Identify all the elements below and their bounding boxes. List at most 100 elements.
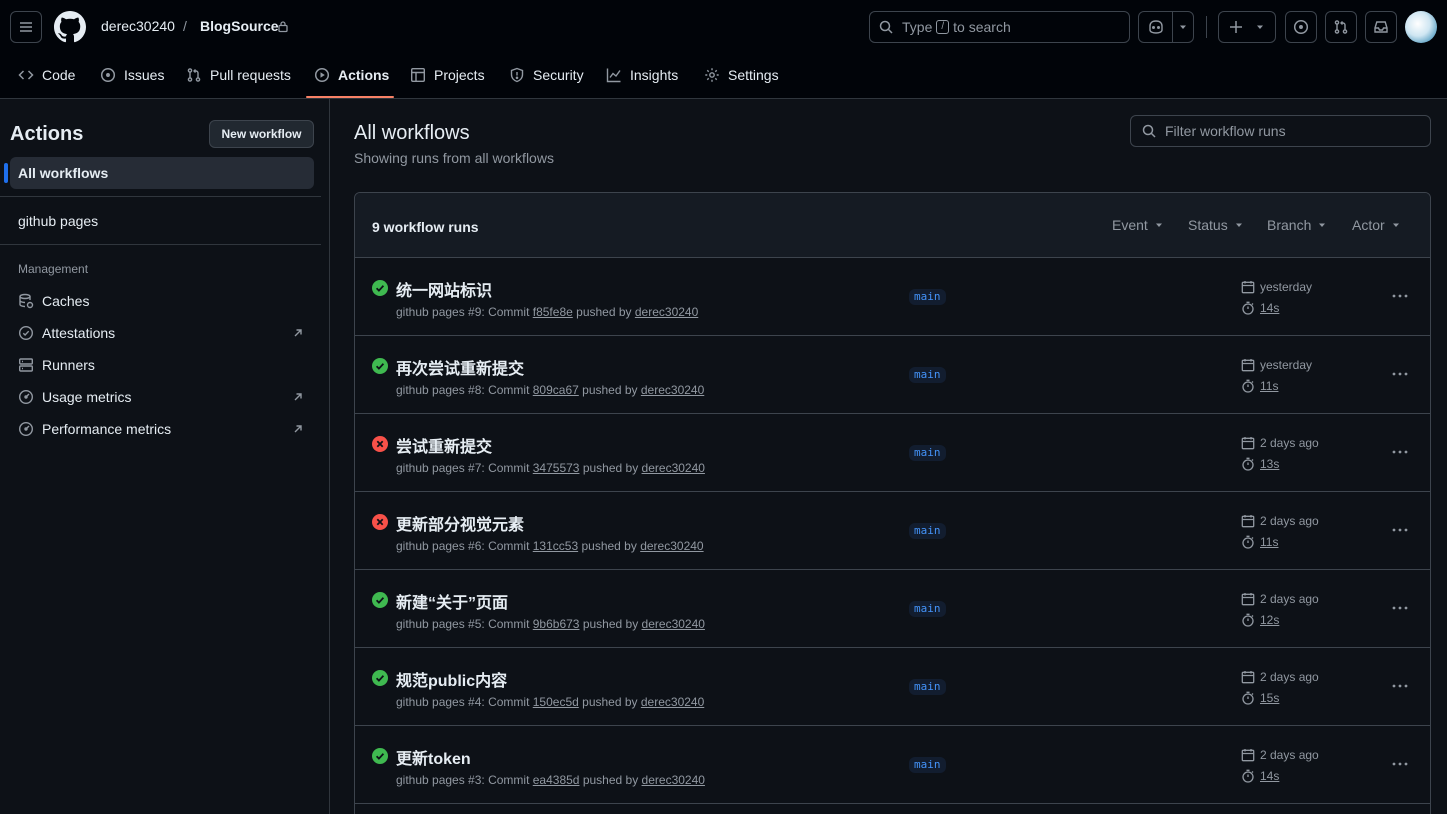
stopwatch-icon	[1242, 769, 1254, 783]
workflow-run-row[interactable]: 规范public内容 github pages #4: Commit 150ec5…	[355, 648, 1430, 726]
run-title-link[interactable]: 尝试重新提交	[396, 433, 492, 457]
sidebar-item-performance-metrics[interactable]: Performance metrics	[18, 417, 308, 441]
run-title-link[interactable]: 新建“关于”页面	[396, 589, 508, 613]
search-input[interactable]: Type / to search	[869, 11, 1130, 43]
workflow-run-row[interactable]: 尝试重新提交 github pages #7: Commit 3475573 pu…	[355, 414, 1430, 492]
run-options-button[interactable]	[1391, 522, 1409, 538]
tab-code-label: Code	[42, 67, 76, 83]
branch-label[interactable]: main	[909, 601, 946, 617]
run-title-link[interactable]: 规范public内容	[396, 667, 507, 691]
user-link[interactable]: derec30240	[642, 617, 705, 631]
run-status	[372, 436, 388, 452]
tab-insights[interactable]: Insights	[598, 58, 686, 92]
commit-link[interactable]: f85fe8e	[533, 305, 573, 319]
tab-pull-requests[interactable]: Pull requests	[178, 58, 299, 92]
user-link[interactable]: derec30240	[642, 461, 705, 475]
run-options-button[interactable]	[1391, 444, 1409, 460]
workflow-run-row[interactable]: 更新部分视觉元素 github pages #6: Commit 131cc53 …	[355, 492, 1430, 570]
workflow-run-row[interactable]: 新建“关于”页面 github pages #5: Commit 9b6b673 …	[355, 570, 1430, 648]
workflow-run-row[interactable]: 更新token github pages #3: Commit ea4385d p…	[355, 726, 1430, 804]
commit-link[interactable]: 3475573	[533, 461, 580, 475]
commit-link[interactable]: 809ca67	[533, 383, 579, 397]
avatar[interactable]	[1405, 11, 1437, 43]
sidebar-item-github-pages[interactable]: github pages	[10, 205, 314, 237]
commit-link[interactable]: ea4385d	[533, 773, 580, 787]
check-circle-fill-icon	[372, 358, 388, 374]
run-meta-prefix: github pages #6: Commit	[396, 539, 530, 553]
user-link[interactable]: derec30240	[642, 773, 705, 787]
branch-label[interactable]: main	[909, 289, 946, 305]
tab-pull-requests-label: Pull requests	[210, 67, 291, 83]
run-options-button[interactable]	[1391, 678, 1409, 694]
commit-link[interactable]: 150ec5d	[533, 695, 579, 709]
run-title-link[interactable]: 再次尝试重新提交	[396, 355, 524, 379]
issues-button[interactable]	[1285, 11, 1317, 43]
create-new-button[interactable]	[1218, 11, 1276, 43]
pull-requests-button[interactable]	[1325, 11, 1357, 43]
tab-settings-label: Settings	[728, 67, 779, 83]
commit-link[interactable]: 9b6b673	[533, 617, 580, 631]
run-options-button[interactable]	[1391, 756, 1409, 772]
run-options-button[interactable]	[1391, 366, 1409, 382]
branch-label[interactable]: main	[909, 445, 946, 461]
github-logo-icon[interactable]	[54, 11, 86, 43]
run-duration-text: 11s	[1260, 379, 1279, 393]
workflow-run-row[interactable]: 统一网站标识 github pages #9: Commit f85fe8e pu…	[355, 258, 1430, 336]
tab-security[interactable]: Security	[501, 58, 592, 92]
branch-label[interactable]: main	[909, 367, 946, 383]
commit-link[interactable]: 131cc53	[533, 539, 578, 553]
run-title-link[interactable]: 更新token	[396, 745, 471, 769]
run-title-link[interactable]: 更新部分视觉元素	[396, 511, 524, 535]
run-options-button[interactable]	[1391, 600, 1409, 616]
sidebar-item-label: Runners	[42, 357, 95, 373]
branch-label[interactable]: main	[909, 523, 946, 539]
filter-status-dropdown[interactable]: Status	[1188, 217, 1244, 233]
run-date: yesterday	[1241, 358, 1312, 372]
run-status	[372, 358, 388, 374]
calendar-icon	[1241, 281, 1255, 294]
run-title-link[interactable]: 统一网站标识	[396, 277, 492, 301]
sidebar-item-caches[interactable]: Caches	[18, 289, 308, 313]
branch-label[interactable]: main	[909, 757, 946, 773]
check-circle-fill-icon	[372, 748, 388, 764]
run-meta-pushed: pushed by	[582, 617, 639, 631]
breadcrumb-repo[interactable]: BlogSource	[200, 18, 279, 34]
sidebar-title: Actions	[10, 123, 84, 145]
run-date: 2 days ago	[1241, 670, 1319, 684]
sidebar-item-all-workflows[interactable]: All workflows	[4, 157, 314, 189]
search-prefix: Type	[902, 19, 933, 35]
user-link[interactable]: derec30240	[635, 305, 698, 319]
management-heading: Management	[18, 262, 89, 276]
gear-icon	[705, 68, 719, 82]
kebab-horizontal-icon	[1392, 528, 1408, 532]
graph-icon	[606, 68, 621, 83]
tab-settings[interactable]: Settings	[696, 58, 787, 92]
user-link[interactable]: derec30240	[641, 695, 704, 709]
filter-actor-dropdown[interactable]: Actor	[1352, 217, 1401, 233]
user-link[interactable]: derec30240	[640, 539, 703, 553]
sidebar-item-usage-metrics[interactable]: Usage metrics	[18, 385, 308, 409]
run-meta: github pages #6: Commit 131cc53 pushed b…	[396, 539, 704, 553]
tab-issues[interactable]: Issues	[92, 58, 172, 92]
filter-workflow-runs-input[interactable]: Filter workflow runs	[1130, 115, 1431, 147]
sidebar-item-attestations[interactable]: Attestations	[18, 321, 308, 345]
new-workflow-button[interactable]: New workflow	[209, 120, 314, 148]
link-external-icon	[294, 393, 302, 401]
run-meta: github pages #5: Commit 9b6b673 pushed b…	[396, 617, 705, 631]
breadcrumb-owner[interactable]: derec30240	[101, 18, 175, 34]
sidebar-item-runners[interactable]: Runners	[18, 353, 308, 377]
tab-projects[interactable]: Projects	[402, 58, 493, 92]
workflow-run-row[interactable]: 再次尝试重新提交 github pages #8: Commit 809ca67 …	[355, 336, 1430, 414]
tab-projects-label: Projects	[434, 67, 485, 83]
user-link[interactable]: derec30240	[641, 383, 704, 397]
branch-label[interactable]: main	[909, 679, 946, 695]
inbox-button[interactable]	[1365, 11, 1397, 43]
lock-icon	[277, 20, 289, 33]
filter-branch-dropdown[interactable]: Branch	[1267, 217, 1327, 233]
tab-actions[interactable]: Actions	[306, 58, 397, 92]
copilot-button[interactable]	[1138, 11, 1194, 43]
run-options-button[interactable]	[1391, 288, 1409, 304]
filter-event-dropdown[interactable]: Event	[1112, 217, 1164, 233]
tab-code[interactable]: Code	[10, 58, 83, 92]
menu-button[interactable]	[10, 11, 42, 43]
